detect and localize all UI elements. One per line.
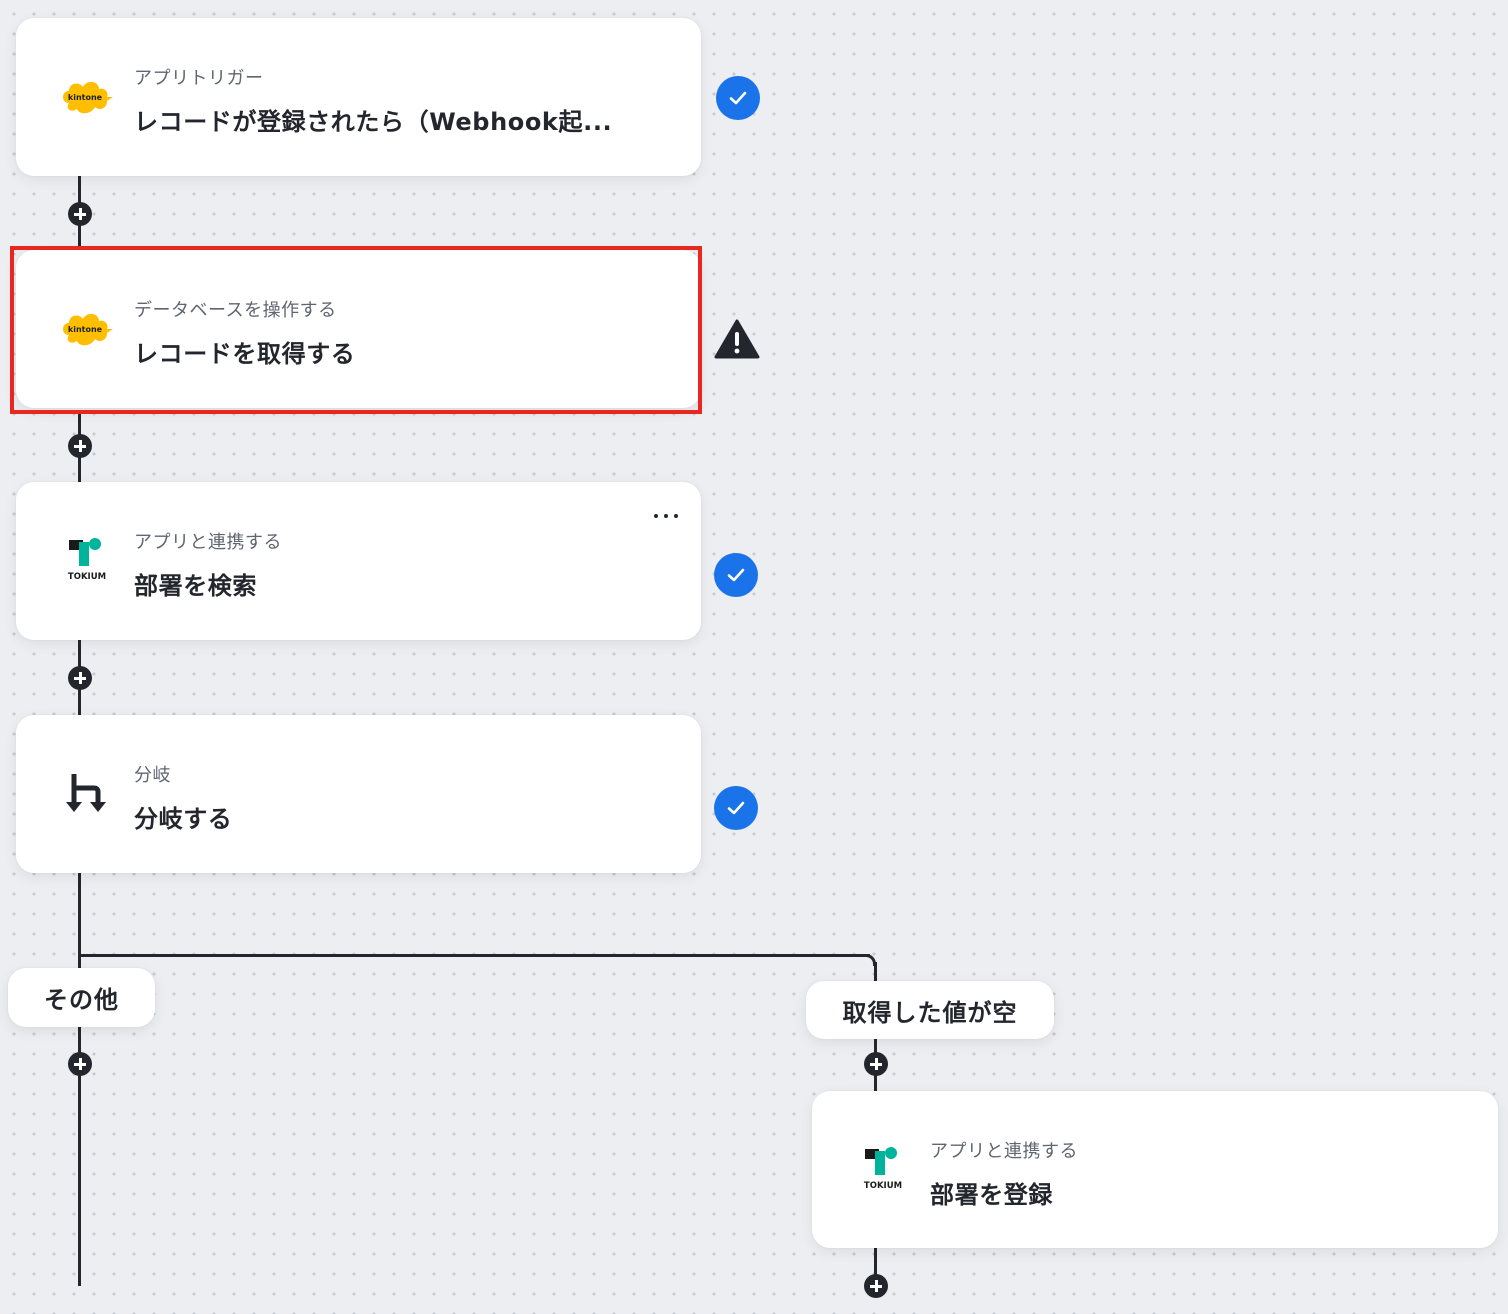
add-step-button[interactable]: [68, 666, 92, 690]
branch-label-other[interactable]: その他: [8, 968, 155, 1027]
step-title: 部署を登録: [930, 1181, 1053, 1209]
branch-label-empty-value[interactable]: 取得した値が空: [806, 981, 1054, 1039]
kintone-logo-text: kintone: [68, 93, 103, 102]
step-subtitle: アプリと連携する: [134, 532, 282, 553]
tokium-logo-text: TOKIUM: [68, 572, 106, 582]
warning-icon: [714, 318, 760, 360]
add-step-button[interactable]: [864, 1052, 888, 1076]
step-subtitle: アプリと連携する: [930, 1141, 1078, 1162]
step-card-trigger[interactable]: kintone アプリトリガー レコードが登録されたら（Webhook起...: [16, 18, 701, 176]
step-subtitle: アプリトリガー: [134, 68, 264, 89]
add-step-button[interactable]: [68, 434, 92, 458]
step-title: 分岐する: [134, 805, 233, 833]
step-card-branch[interactable]: 分岐 分岐する: [16, 715, 701, 873]
check-icon: [716, 76, 760, 120]
step-card-search-department[interactable]: TOKIUM アプリと連携する 部署を検索: [16, 482, 701, 640]
connector-line: [78, 872, 81, 1286]
tokium-logo: TOKIUM: [848, 1140, 918, 1200]
tokium-logo: TOKIUM: [52, 531, 122, 591]
add-step-button[interactable]: [864, 1274, 888, 1298]
selection-highlight: [10, 246, 702, 414]
add-step-button[interactable]: [68, 1052, 92, 1076]
branch-connector-line: [78, 954, 870, 957]
step-title: 部署を検索: [134, 572, 257, 600]
step-subtitle: 分岐: [134, 765, 171, 786]
more-options-icon[interactable]: [654, 512, 678, 520]
tokium-logo-text: TOKIUM: [864, 1181, 902, 1191]
step-title: レコードが登録されたら（Webhook起...: [134, 108, 613, 136]
check-icon: [714, 786, 758, 830]
check-icon: [714, 553, 758, 597]
branch-icon: [52, 764, 122, 824]
add-step-button[interactable]: [68, 202, 92, 226]
kintone-logo: kintone: [52, 67, 122, 127]
step-card-register-department[interactable]: TOKIUM アプリと連携する 部署を登録: [812, 1091, 1498, 1248]
